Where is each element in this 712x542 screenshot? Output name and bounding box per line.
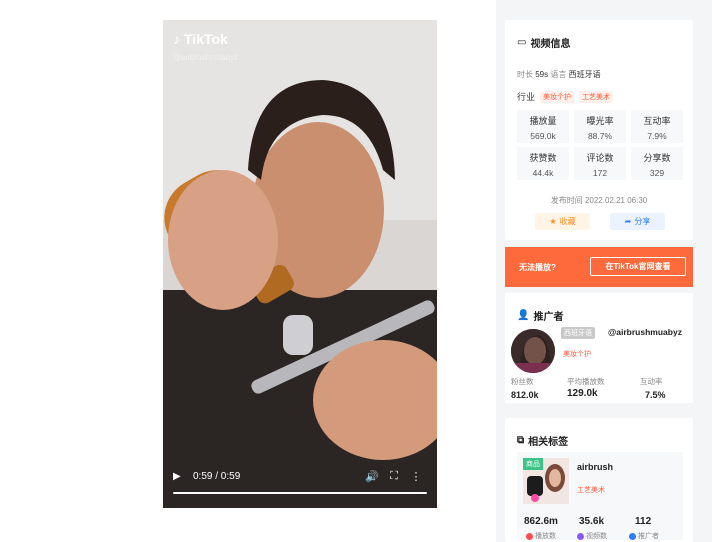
stat-shares: 分享数 329 <box>631 147 683 180</box>
product-badge: 商品 <box>523 458 543 470</box>
progress-bar[interactable] <box>173 492 427 494</box>
followers-value: 812.0k <box>511 390 539 400</box>
play-icon[interactable]: ▶ <box>173 471 187 482</box>
language-label: 语言 <box>550 70 567 79</box>
time-display: 0:59 / 0:59 <box>193 471 241 482</box>
video-frame <box>163 20 437 508</box>
promoter-count-icon <box>629 532 636 540</box>
stat-label: 播放量 <box>529 116 557 126</box>
tag-promoters-value: 112 <box>635 516 652 527</box>
tag-plays-label: 播放数 <box>526 531 556 541</box>
tag-plays-label-text: 播放数 <box>535 533 556 540</box>
stat-engagement: 互动率 7.9% <box>631 110 683 143</box>
related-tags-panel: ⧉ 相关标签 商品 airbrush 工艺美术 862.6m 播放数 35.6k… <box>505 418 693 542</box>
stat-likes: 获赞数 44.4k <box>517 147 569 180</box>
video-info-panel: ▭ 视频信息 时长 59s 语言 西班牙语 行业 美妆个护 工艺美术 播放量 56… <box>505 20 693 240</box>
tag-videos-label-text: 视频数 <box>586 533 607 540</box>
stat-exposure: 曝光率 88.7% <box>574 110 626 143</box>
stat-comments: 评论数 172 <box>574 147 626 180</box>
language-value: 西班牙语 <box>568 70 601 79</box>
video-icon: ▭ <box>517 37 527 48</box>
tag-videos-value: 35.6k <box>579 516 605 527</box>
related-tags-title-text: 相关标签 <box>528 437 569 448</box>
industry-tag[interactable]: 美妆个护 <box>540 90 575 103</box>
industry-label: 行业 <box>517 92 536 102</box>
industry-row: 行业 美妆个护 工艺美术 <box>517 90 614 103</box>
language-badge: 西班牙语 <box>561 327 595 339</box>
player-controls: ▶ 0:59 / 0:59 🔊 ⛶ ⋮ <box>163 464 437 508</box>
engagement-value: 7.5% <box>645 390 666 400</box>
stat-value: 329 <box>649 168 665 178</box>
alert-message: 无法播放? <box>519 263 556 272</box>
fullscreen-icon[interactable]: ⛶ <box>383 470 405 483</box>
brand-text: TikTok <box>184 31 228 47</box>
duration-label: 时长 <box>517 70 533 79</box>
stat-value: 88.7% <box>587 131 613 141</box>
tag-promoters-label-text: 推广者 <box>638 533 659 540</box>
promoter-username[interactable]: @airbrushmuabyz <box>608 327 682 337</box>
favorite-button[interactable]: ★ 收藏 <box>535 213 590 230</box>
video-player[interactable]: ♪ TikTok @airbrushmuabyz ▶ 0:59 / 0:59 🔊… <box>163 20 437 508</box>
promoter-title-text: 推广者 <box>533 312 564 323</box>
share-button[interactable]: ➦ 分享 <box>610 213 665 230</box>
tag-promoters-label: 推广者 <box>629 531 659 541</box>
stat-value: 569.0k <box>530 131 556 141</box>
share-label: 分享 <box>634 217 651 226</box>
duration-value: 59s <box>535 70 549 79</box>
promoter-title: 👤 推广者 <box>517 308 563 323</box>
video-info-title: ▭ 视频信息 <box>517 35 570 50</box>
tag-plays-value: 862.6m <box>524 516 558 527</box>
play-count-icon <box>526 532 533 540</box>
followers-label: 粉丝数 <box>511 377 534 386</box>
promoter-category: 美妆个护 <box>563 351 591 358</box>
video-count-icon <box>577 532 584 540</box>
hashtag-icon: ⧉ <box>517 435 525 446</box>
industry-tag[interactable]: 工艺美术 <box>579 90 614 103</box>
duration-language: 时长 59s 语言 西班牙语 <box>517 69 601 80</box>
stat-label: 分享数 <box>643 153 671 163</box>
stat-views: 播放量 569.0k <box>517 110 569 143</box>
tag-name[interactable]: airbrush <box>577 462 613 472</box>
share-icon: ➦ <box>624 217 632 226</box>
video-handle: @airbrushmuabyz <box>173 53 239 62</box>
view-on-tiktok-button[interactable]: 在TikTok官网查看 <box>590 257 686 276</box>
related-tags-title: ⧉ 相关标签 <box>517 433 568 448</box>
engagement-label: 互动率 <box>640 377 663 386</box>
stat-label: 互动率 <box>643 116 671 126</box>
avg-views-value: 129.0k <box>567 388 598 399</box>
stats-grid: 播放量 569.0k 曝光率 88.7% 互动率 7.9% 获赞数 44.4k 评论数 1… <box>517 110 683 180</box>
publish-time: 发布时间 2022.02.21 06:30 <box>550 196 648 205</box>
tag-category: 工艺美术 <box>577 487 605 494</box>
promoter-panel: 👤 推广者 西班牙语 @airbrushmuabyz 美妆个护 粉丝数 812.… <box>505 293 693 403</box>
avatar[interactable] <box>511 329 555 373</box>
avatar-image <box>511 329 555 373</box>
video-info-title-text: 视频信息 <box>530 39 571 50</box>
stat-value: 44.4k <box>532 168 554 178</box>
stat-label: 曝光率 <box>586 116 614 126</box>
tiktok-logo: ♪ TikTok <box>173 31 228 47</box>
stat-label: 评论数 <box>586 153 614 163</box>
tiktok-note-icon: ♪ <box>173 31 180 47</box>
favorite-label: 收藏 <box>559 217 576 226</box>
person-icon: 👤 <box>517 310 530 321</box>
stat-label: 获赞数 <box>529 153 557 163</box>
stat-value: 172 <box>592 168 608 178</box>
stat-value: 7.9% <box>647 131 667 141</box>
tag-card[interactable]: 商品 airbrush 工艺美术 862.6m 播放数 35.6k 视频数 11… <box>517 452 683 540</box>
more-icon[interactable]: ⋮ <box>405 470 427 483</box>
tag-videos-label: 视频数 <box>577 531 607 541</box>
playback-alert: 无法播放? 在TikTok官网查看 <box>505 247 693 287</box>
star-icon: ★ <box>549 217 557 226</box>
volume-icon[interactable]: 🔊 <box>361 470 383 483</box>
avg-views-label: 平均播放数 <box>567 377 605 386</box>
